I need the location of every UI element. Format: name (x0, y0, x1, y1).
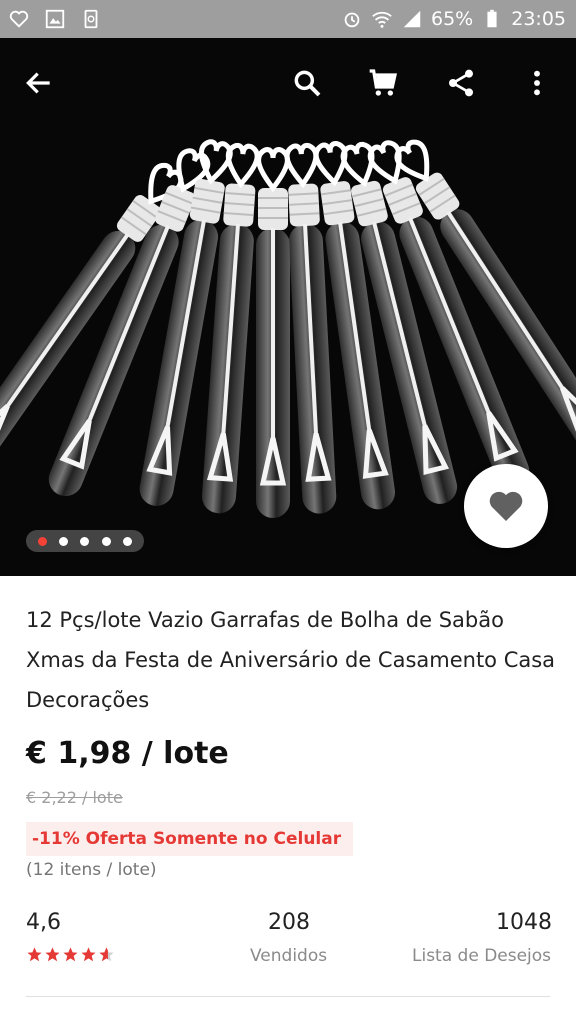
gallery-dot[interactable] (38, 536, 48, 546)
search-button[interactable] (284, 60, 330, 106)
gallery-icon (44, 8, 66, 30)
product-price: € 1,98 / lote (26, 736, 229, 771)
clock: 23:05 (511, 8, 566, 30)
gallery-dot[interactable] (122, 536, 132, 546)
wishlist-count: 1048 (496, 910, 552, 935)
original-price: € 2,22 / lote (26, 788, 123, 807)
sold-label: Vendidos (250, 946, 328, 966)
search-icon (294, 70, 321, 97)
rating-value: 4,6 (26, 910, 61, 935)
rating-stars (26, 946, 115, 963)
cart-icon (369, 69, 397, 96)
product-title: 12 Pçs/lote Vazio Garrafas de Bolha de S… (26, 608, 556, 712)
star-icon (27, 947, 42, 962)
sold-count: 208 (268, 910, 310, 935)
battery-icon (481, 8, 503, 30)
star-icon (81, 947, 96, 962)
promo-badge: -11% Oferta Somente no Celular (26, 822, 354, 856)
back-button[interactable] (16, 60, 62, 106)
add-to-wishlist-button[interactable] (464, 464, 548, 548)
wishlist-label: Lista de Desejos (412, 946, 552, 966)
star-icon (63, 947, 78, 962)
more-vert-icon (534, 70, 540, 96)
gallery-dot[interactable] (80, 536, 90, 546)
lot-info: (12 itens / lote) (26, 860, 157, 880)
more-button[interactable] (514, 60, 560, 106)
heart-icon (489, 491, 523, 521)
cart-button[interactable] (360, 60, 406, 106)
wifi-icon (371, 8, 393, 30)
gallery-pagination[interactable] (26, 530, 144, 552)
product-image-gallery[interactable] (0, 38, 576, 576)
divider (26, 996, 550, 997)
heart-outline-icon (8, 8, 30, 30)
share-icon (449, 69, 473, 97)
battery-percent: 65% (431, 8, 474, 30)
alarm-icon (341, 8, 363, 30)
gallery-dot[interactable] (101, 536, 111, 546)
back-arrow-icon (26, 72, 50, 94)
recycle-icon (80, 8, 102, 30)
gallery-dot[interactable] (59, 536, 69, 546)
star-icon (45, 947, 60, 962)
share-button[interactable] (438, 60, 484, 106)
status-bar: 65% 23:05 (0, 0, 576, 38)
toolbar (0, 38, 576, 128)
half-star-icon (99, 947, 114, 962)
signal-icon (401, 8, 423, 30)
